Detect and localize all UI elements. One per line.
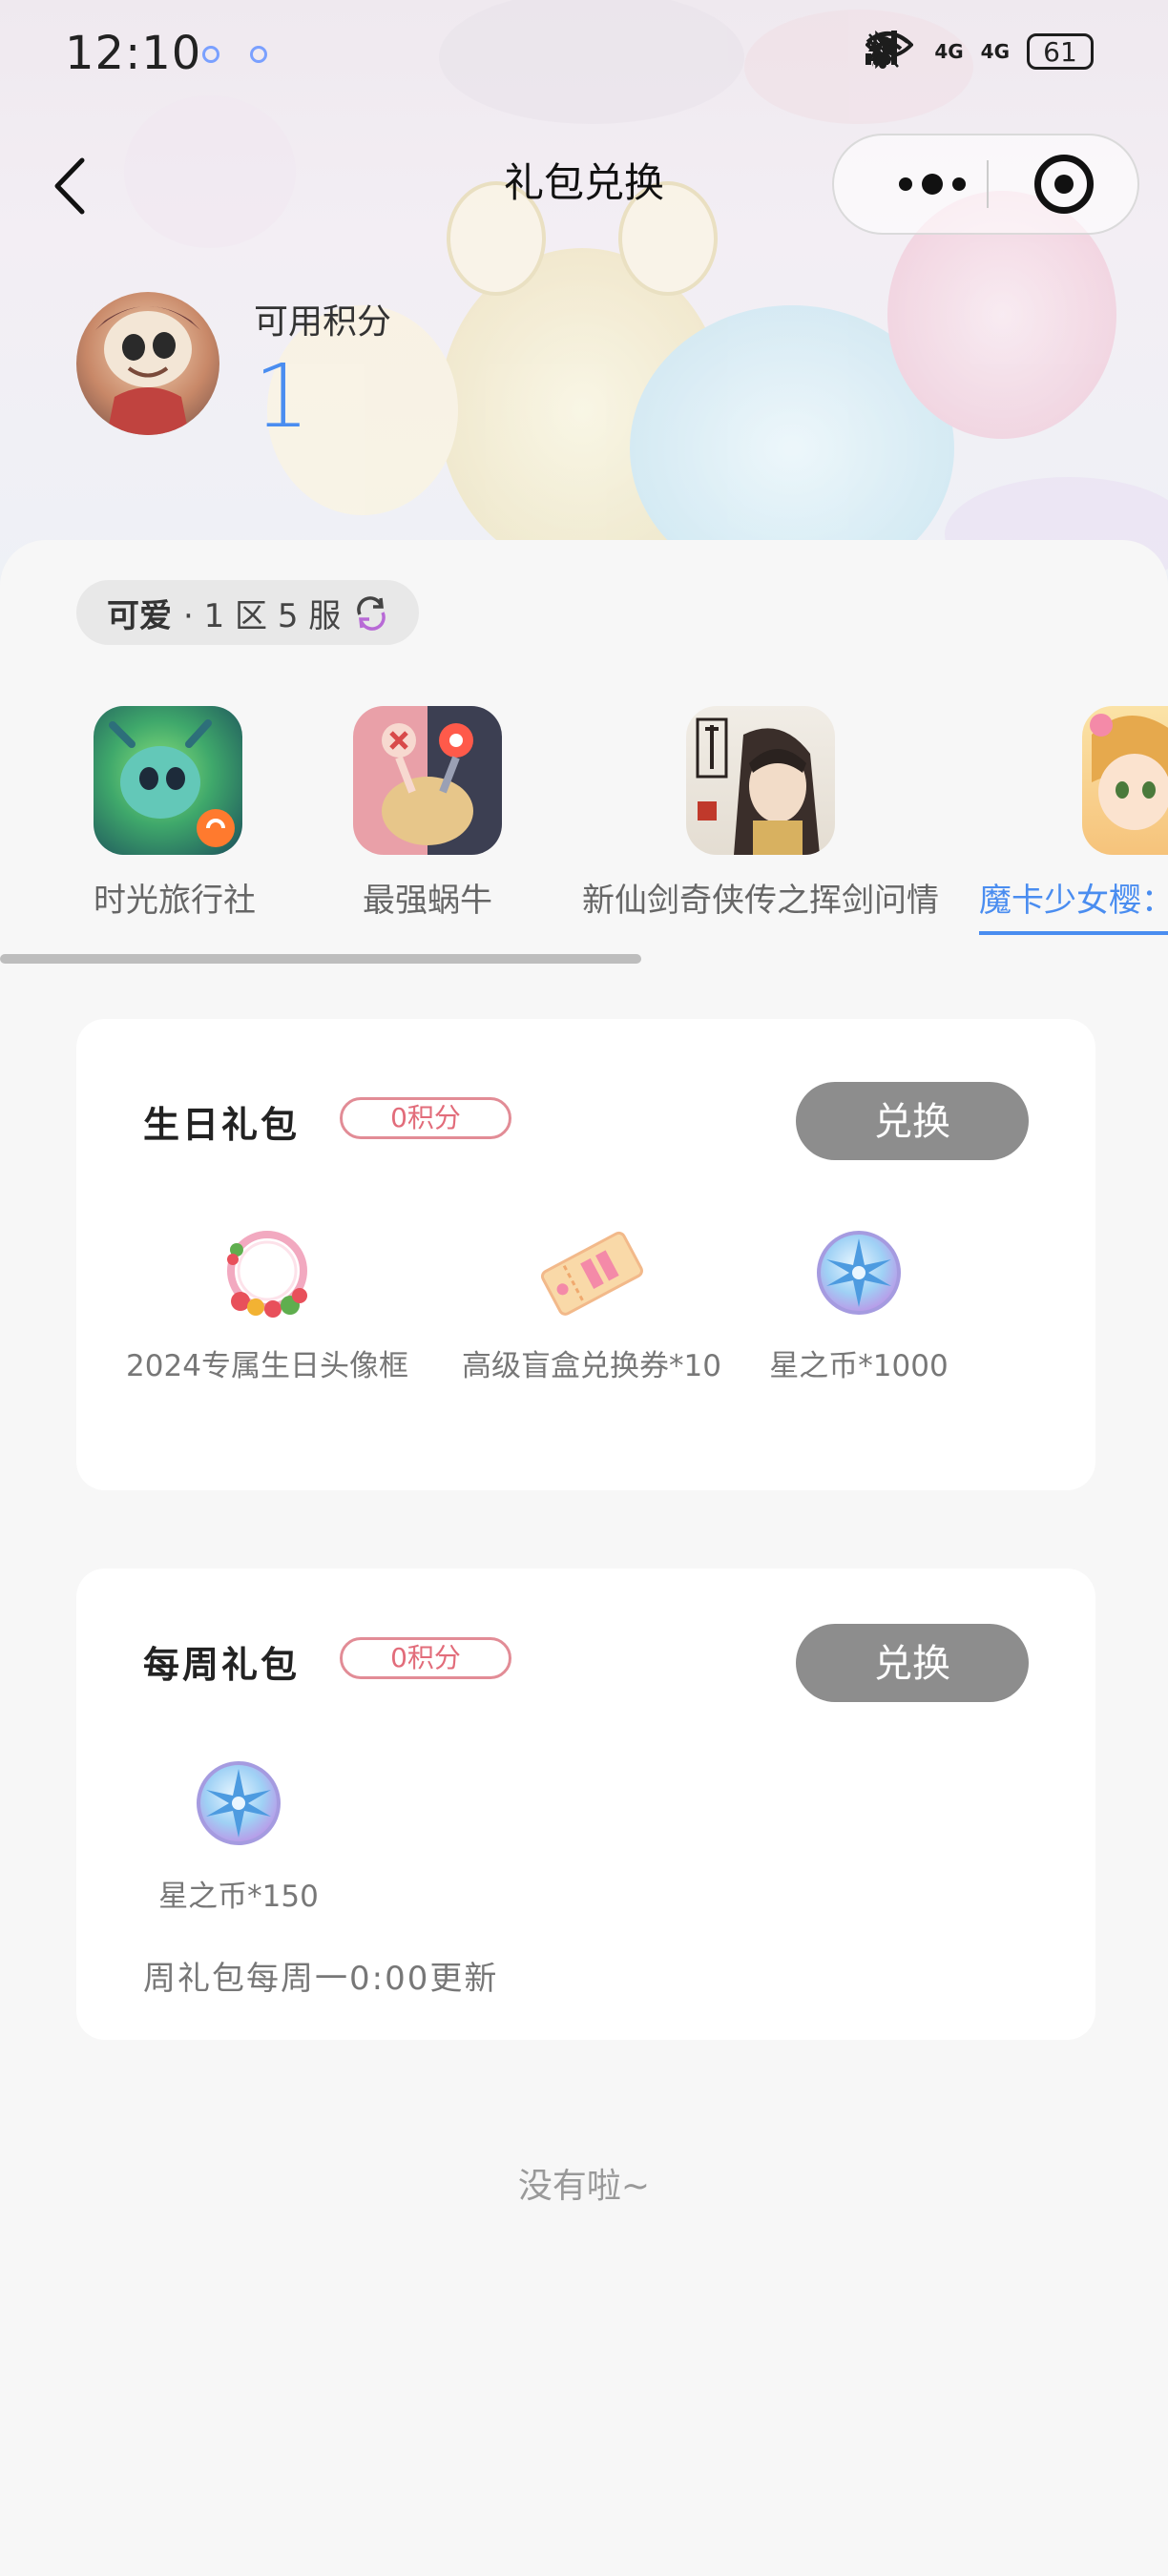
header-background: 12:10 4G 4G 61 礼包兑换 可用积分 1 — [0, 0, 1168, 592]
game-name: 新仙剑奇侠传之挥剑问情 — [582, 882, 939, 920]
status-bar: 12:10 4G 4G 61 — [0, 0, 1168, 114]
redeem-button[interactable]: 兑换 — [796, 1082, 1029, 1160]
ticket-icon — [540, 1231, 643, 1316]
points-value: 1 — [254, 345, 310, 447]
game-icon-snail — [353, 706, 502, 855]
capsule-divider — [987, 160, 989, 208]
game-name: 时光旅行社 — [94, 882, 256, 920]
gift-card-birthday: 生日礼包 0积分 兑换 2024专属生日头像框 高级盲盒兑换券*10 星之币*1… — [76, 1019, 1095, 1490]
status-time: 12:10 — [65, 27, 202, 80]
battery-indicator: 61 — [1027, 33, 1094, 70]
game-name: 魔卡少女樱： — [979, 882, 1168, 920]
gift-item-label: 高级盲盒兑换券*10 — [462, 1349, 721, 1383]
gift-item: 星之币*150 — [143, 1755, 334, 1915]
gift-card-title: 每周礼包 — [143, 1644, 301, 1686]
mini-program-capsule — [832, 134, 1139, 235]
gift-item: 2024专属生日头像框 — [115, 1225, 420, 1384]
avatar — [76, 292, 219, 435]
notification-icon — [250, 46, 267, 63]
tab-scrollbar[interactable] — [0, 954, 641, 964]
star-coin-icon — [197, 1761, 281, 1845]
game-tab[interactable]: 时光旅行社 — [94, 706, 256, 921]
end-of-list-text: 没有啦~ — [517, 2167, 651, 2206]
cost-badge: 0积分 — [340, 1637, 511, 1679]
gift-item: 高级盲盒兑换券*10 — [458, 1225, 725, 1384]
signal-icon: 4G — [866, 31, 964, 73]
gift-item: 星之币*1000 — [763, 1225, 954, 1384]
game-icon-sakura — [1082, 706, 1168, 855]
refresh-icon — [357, 596, 386, 631]
gift-card-weekly: 每周礼包 0积分 兑换 星之币*150 周礼包每周一0:00更新 — [76, 1568, 1095, 2040]
game-icon-time-travel — [94, 706, 242, 855]
cost-badge: 0积分 — [340, 1097, 511, 1139]
status-icons: 4G 4G 61 — [866, 31, 1111, 73]
game-tab-active[interactable]: 魔卡少女樱： — [979, 706, 1168, 921]
redeem-button[interactable]: 兑换 — [796, 1624, 1029, 1702]
star-coin-icon — [817, 1231, 901, 1315]
server-zone: · 1 区 5 服 — [183, 596, 342, 635]
game-icon-xianjian — [686, 706, 835, 855]
server-selector[interactable]: 可爱 · 1 区 5 服 — [76, 580, 420, 645]
wreath-frame-icon — [227, 1231, 307, 1318]
game-tab-bar: 时光旅行社 最强蜗牛 新仙剑奇侠传之挥剑问情 魔卡少女樱： — [0, 706, 1168, 935]
active-tab-indicator — [979, 931, 1168, 935]
refresh-note: 周礼包每周一0:00更新 — [143, 1960, 499, 1998]
notification-icon — [202, 46, 219, 63]
signal-icon: 4G — [866, 31, 1010, 73]
more-options-icon[interactable] — [880, 135, 985, 233]
close-mini-program-icon[interactable] — [1034, 155, 1094, 214]
gift-item-label: 2024专属生日头像框 — [126, 1349, 408, 1383]
points-label: 可用积分 — [254, 302, 392, 342]
gift-item-label: 星之币*150 — [158, 1880, 319, 1914]
server-name: 可爱 — [107, 596, 172, 635]
game-tab[interactable]: 新仙剑奇侠传之挥剑问情 — [565, 706, 956, 921]
game-tab[interactable]: 最强蜗牛 — [353, 706, 502, 921]
gift-card-title: 生日礼包 — [143, 1104, 301, 1146]
game-name: 最强蜗牛 — [363, 882, 492, 920]
gift-item-label: 星之币*1000 — [769, 1349, 949, 1383]
